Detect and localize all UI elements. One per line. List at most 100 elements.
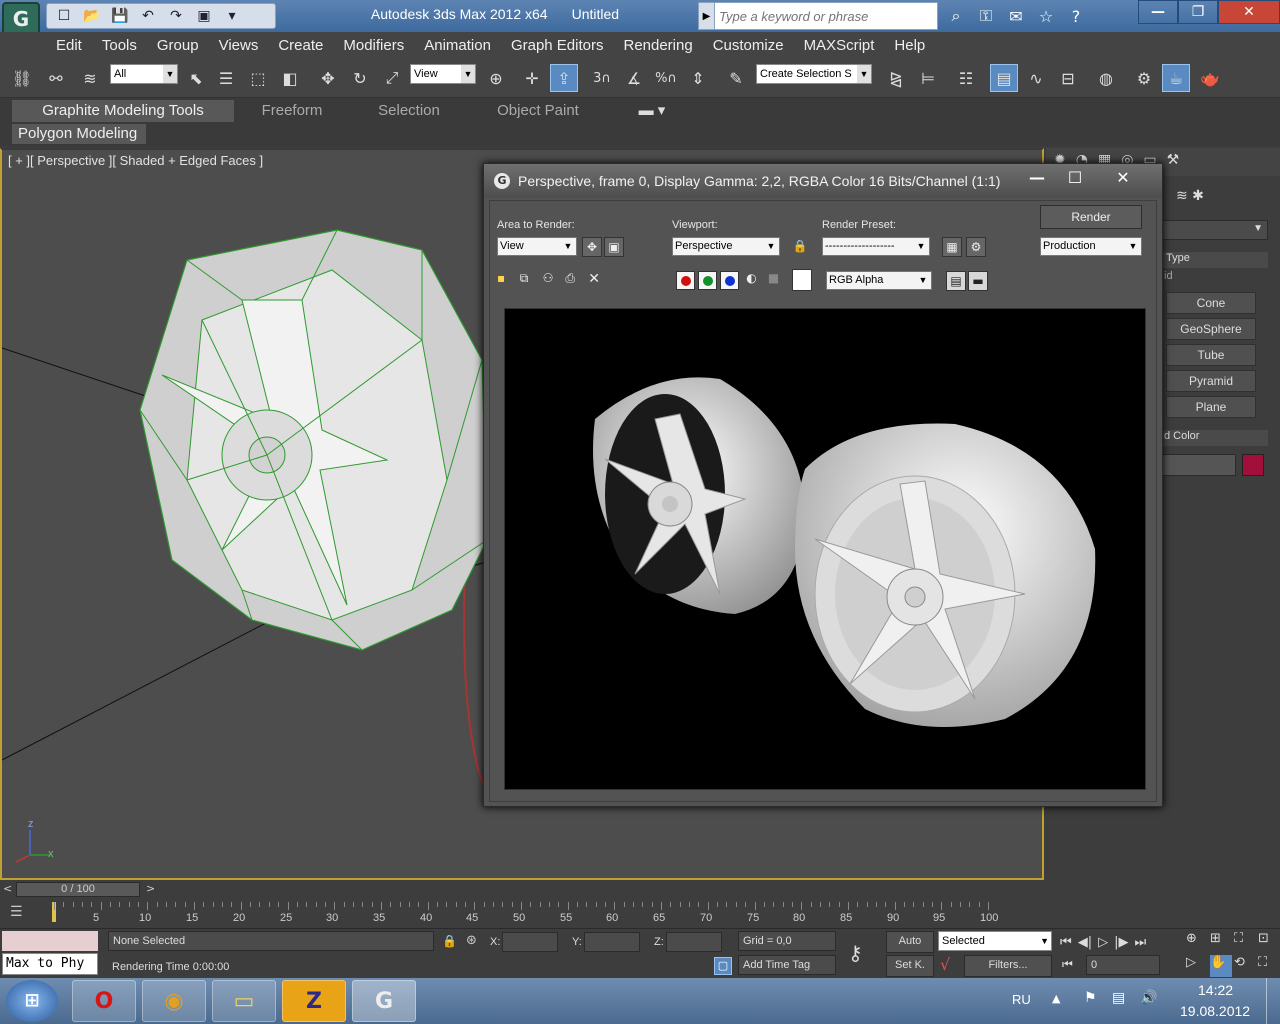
prev-frame-icon[interactable]: < <box>3 882 12 895</box>
render-preset-dropdown[interactable]: ------------------- ▼ <box>822 237 930 256</box>
copy-image-icon[interactable]: ⧉ <box>520 271 539 291</box>
track-bar[interactable]: ☰ 5 10 15 20 25 30 35 40 45 50 55 60 65 70 75 80 85 90 95 1… <box>0 900 1046 928</box>
unlink-icon[interactable]: ⚯ <box>42 64 70 92</box>
redo-icon[interactable]: ↷ <box>165 6 187 26</box>
z-coordinate-field[interactable] <box>666 932 722 952</box>
toggle-ui-icon[interactable]: ▬ <box>968 271 988 291</box>
menu-graph-editors[interactable]: Graph Editors <box>511 37 616 54</box>
menu-customize[interactable]: Customize <box>713 37 796 54</box>
plane-button[interactable]: Plane <box>1166 396 1256 418</box>
save-file-icon[interactable]: 💾 <box>109 6 131 26</box>
x-coordinate-field[interactable] <box>502 932 558 952</box>
menu-edit[interactable]: Edit <box>56 37 94 54</box>
restore-button[interactable]: ❐ <box>1178 0 1218 24</box>
key-filter-dropdown[interactable]: Selected ▼ <box>938 931 1052 951</box>
next-frame-button-icon[interactable]: |▶ <box>1114 935 1128 950</box>
select-and-scale-icon[interactable]: ⤢ <box>378 64 406 92</box>
chrome-taskbar-icon[interactable]: ◉ <box>142 980 206 1022</box>
pivot-center-icon[interactable]: ⊕ <box>482 64 510 92</box>
close-button[interactable]: ✕ <box>1218 0 1280 24</box>
spinner-snap-icon[interactable]: ⇕ <box>684 64 712 92</box>
pan-view-icon[interactable]: ✋ <box>1210 955 1232 977</box>
pyramid-button[interactable]: Pyramid <box>1166 370 1256 392</box>
red-channel-toggle[interactable] <box>676 271 695 290</box>
opera-taskbar-icon[interactable]: O <box>72 980 136 1022</box>
zoom-extents-all-icon[interactable]: ⊡ <box>1258 931 1280 953</box>
select-and-link-icon[interactable]: ⛓ <box>8 64 36 92</box>
toggle-ui-overlay-icon[interactable]: ▤ <box>946 271 966 291</box>
tab-selection[interactable]: Selection <box>352 100 466 122</box>
search-input[interactable] <box>715 4 930 28</box>
schematic-view-icon[interactable]: ⊟ <box>1054 64 1082 92</box>
communication-icon[interactable]: ✉ <box>1004 4 1028 28</box>
show-hidden-icons-icon[interactable]: ▲ <box>1052 992 1060 1005</box>
clock-date[interactable]: 19.08.2012 <box>1180 1003 1250 1019</box>
render-mode-dropdown[interactable]: Production ▼ <box>1040 237 1142 256</box>
tab-object-paint[interactable]: Object Paint <box>474 100 602 122</box>
network-icon[interactable]: ▤ <box>1112 990 1125 1006</box>
material-editor-icon[interactable]: ◍ <box>1092 64 1120 92</box>
render-setup-icon[interactable]: ⚙ <box>1130 64 1158 92</box>
color-swatch[interactable] <box>792 269 812 291</box>
undo-icon[interactable]: ↶ <box>137 6 159 26</box>
tab-graphite-modeling-tools[interactable]: Graphite Modeling Tools <box>12 100 234 122</box>
object-type-rollout[interactable]: Type <box>1160 252 1268 268</box>
tab-freeform[interactable]: Freeform <box>240 100 344 122</box>
selection-filter-dropdown[interactable]: All ▼ <box>110 64 178 84</box>
mini-curve-editor-icon[interactable]: ☰ <box>10 904 23 920</box>
key-filters-button[interactable]: Filters... <box>964 955 1052 977</box>
help-icon[interactable]: ? <box>1064 4 1088 28</box>
zbrush-taskbar-icon[interactable]: Z <box>282 980 346 1022</box>
bind-space-warp-icon[interactable]: ≋ <box>76 64 104 92</box>
explorer-taskbar-icon[interactable]: ▭ <box>212 980 276 1022</box>
zoom-icon[interactable]: ⊕ <box>1186 931 1208 953</box>
rendered-frame-window-icon[interactable]: ☕ <box>1162 64 1190 92</box>
ribbon-options-icon[interactable]: ▬ ▾ <box>628 100 676 122</box>
area-to-render-dropdown[interactable]: View ▼ <box>497 237 577 256</box>
previous-frame-icon[interactable]: ◀| <box>1078 935 1092 950</box>
3dsmax-taskbar-icon[interactable]: G <box>352 980 416 1022</box>
display-channel-dropdown[interactable]: RGB Alpha ▼ <box>826 271 932 290</box>
utilities-tab-icon[interactable]: ⚒ <box>1167 152 1180 176</box>
select-and-move-icon[interactable]: ✥ <box>314 64 342 92</box>
save-image-icon[interactable]: ▪ <box>497 271 516 291</box>
action-center-flag-icon[interactable]: ⚑ <box>1084 990 1097 1006</box>
set-key-icon[interactable]: ⚷ <box>848 941 863 965</box>
polygon-modeling-panel[interactable]: Polygon Modeling <box>12 124 146 144</box>
maxscript-listener-mini[interactable] <box>2 931 98 951</box>
interactive-update-icon[interactable]: ▢ <box>714 957 732 975</box>
rendered-image[interactable] <box>504 308 1146 790</box>
reference-coordinate-dropdown[interactable]: View ▼ <box>410 64 476 84</box>
render-production-icon[interactable]: 🫖 <box>1196 64 1224 92</box>
menu-modifiers[interactable]: Modifiers <box>343 37 416 54</box>
curve-editor-icon[interactable]: ∿ <box>1022 64 1050 92</box>
maxscript-input[interactable]: Max to Phy <box>2 953 98 975</box>
zoom-all-icon[interactable]: ⊞ <box>1210 931 1232 953</box>
render-button[interactable]: Render <box>1040 205 1142 229</box>
object-color-swatch[interactable] <box>1242 454 1264 476</box>
object-name-field[interactable] <box>1160 454 1236 476</box>
edit-region-icon[interactable]: ✥ <box>582 237 602 257</box>
auto-key-button[interactable]: Auto <box>886 931 934 953</box>
windows-start-button[interactable]: ⊞ <box>6 980 58 1022</box>
render-setup-icon[interactable]: ▦ <box>942 237 962 257</box>
new-file-icon[interactable]: ☐ <box>53 6 75 26</box>
environment-icon[interactable]: ⚙ <box>966 237 986 257</box>
transform-mode-icon[interactable]: ⊛ <box>466 933 477 948</box>
lock-icon[interactable]: 🔒 <box>790 237 810 257</box>
rectangular-selection-icon[interactable]: ⬚ <box>244 64 272 92</box>
clock-time[interactable]: 14:22 <box>1198 982 1233 998</box>
menu-group[interactable]: Group <box>157 37 211 54</box>
green-channel-toggle[interactable] <box>698 271 717 290</box>
open-file-icon[interactable]: 📂 <box>81 6 103 26</box>
go-to-end-icon[interactable]: ⏭ <box>1134 935 1146 950</box>
select-object-icon[interactable]: ⬉ <box>182 64 210 92</box>
cone-button[interactable]: Cone <box>1166 292 1256 314</box>
graphite-toggle-icon[interactable]: ▤ <box>990 64 1018 92</box>
menu-views[interactable]: Views <box>219 37 271 54</box>
keyboard-shortcut-override-icon[interactable]: ⇪ <box>550 64 578 92</box>
go-to-start-icon[interactable]: ⏮ <box>1060 935 1072 950</box>
menu-rendering[interactable]: Rendering <box>623 37 704 54</box>
edit-named-selection-icon[interactable]: ✎ <box>722 64 750 92</box>
select-and-rotate-icon[interactable]: ↻ <box>346 64 374 92</box>
